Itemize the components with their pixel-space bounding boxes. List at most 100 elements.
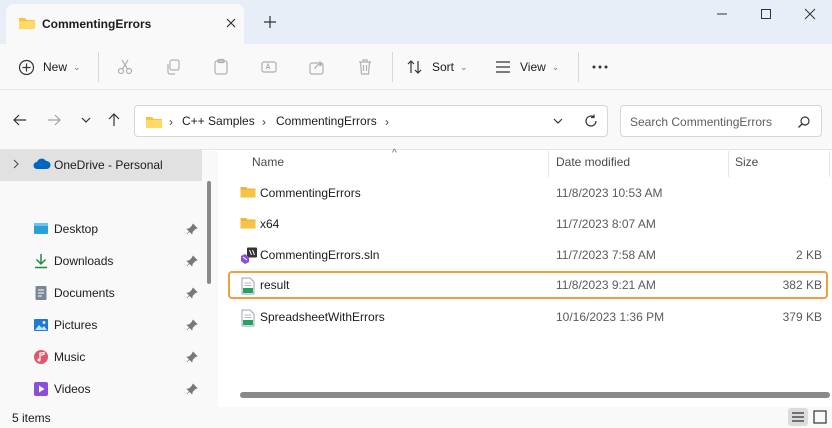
plus-icon[interactable] [262, 14, 278, 30]
file-date: 11/8/2023 9:21 AM [556, 278, 656, 292]
toolbar-divider [578, 52, 579, 82]
column-header-name[interactable]: Name [252, 155, 284, 169]
sidebar-item-label: OneDrive - Personal [54, 158, 163, 172]
tab-commenting-errors[interactable]: CommentingErrors [6, 4, 244, 44]
plus-circle-icon [18, 59, 35, 76]
toolbar-divider [98, 52, 99, 82]
music-icon [33, 349, 49, 365]
sort-icon [406, 59, 424, 75]
chevron-right-icon: › [169, 115, 173, 129]
sort-label: Sort [432, 60, 455, 74]
solution-file-icon [240, 247, 257, 264]
folder-icon [145, 114, 163, 133]
tiles-view-icon[interactable] [810, 408, 830, 426]
file-row-selected[interactable]: result 11/8/2023 9:21 AM 382 KB [228, 271, 828, 299]
new-label: New [43, 60, 68, 74]
sidebar-item-onedrive[interactable]: OneDrive - Personal [0, 149, 202, 181]
paste-icon[interactable] [212, 44, 230, 90]
view-label: View [520, 60, 546, 74]
file-name: x64 [260, 217, 280, 231]
sidebar-item-label: Music [54, 350, 86, 364]
pin-icon[interactable] [186, 383, 198, 395]
pin-icon[interactable] [186, 351, 198, 363]
file-size: 379 KB [782, 310, 822, 324]
file-date: 11/7/2023 7:58 AM [556, 248, 656, 262]
column-divider[interactable] [728, 151, 729, 177]
cut-icon[interactable] [116, 44, 134, 90]
chevron-right-icon: › [262, 115, 266, 129]
csv-file-icon [240, 309, 256, 327]
sidebar-item-documents[interactable]: Documents [0, 277, 202, 309]
pin-icon[interactable] [186, 223, 198, 235]
search-icon[interactable] [797, 115, 811, 132]
sidebar-item-desktop[interactable]: Desktop [0, 213, 202, 245]
chevron-down-icon: ⌄ [73, 61, 81, 72]
column-divider[interactable] [548, 151, 549, 177]
pin-icon[interactable] [186, 287, 198, 299]
share-icon[interactable] [308, 44, 326, 90]
pin-icon[interactable] [186, 255, 198, 267]
tab-title: CommentingErrors [42, 17, 152, 31]
sidebar-item-videos[interactable]: Videos [0, 373, 202, 405]
back-arrow-icon[interactable] [12, 112, 28, 128]
new-button[interactable]: New ⌄ [18, 44, 81, 90]
documents-icon [33, 285, 49, 301]
sidebar-item-pictures[interactable]: Pictures [0, 309, 202, 341]
pin-icon[interactable] [186, 319, 198, 331]
folder-icon [240, 216, 256, 232]
copy-icon[interactable] [164, 44, 182, 90]
file-date: 10/16/2023 1:36 PM [556, 310, 665, 324]
sidebar-item-label: Pictures [54, 318, 98, 332]
file-date: 11/7/2023 8:07 AM [556, 217, 656, 231]
cloud-icon [33, 157, 51, 173]
view-button[interactable]: View ⌄ [494, 44, 559, 90]
horizontal-scrollbar[interactable] [240, 392, 830, 398]
sidebar-item-downloads[interactable]: Downloads [0, 245, 202, 277]
folder-icon [240, 185, 256, 201]
file-name: SpreadsheetWithErrors [260, 310, 385, 324]
chevron-down-icon[interactable] [551, 114, 565, 131]
title-bar: CommentingErrors [0, 0, 832, 44]
refresh-icon[interactable] [583, 113, 599, 132]
navigation-pane: OneDrive - Personal Desktop Downloads Do… [0, 149, 218, 407]
file-row[interactable]: SpreadsheetWithErrors 10/16/2023 1:36 PM… [228, 303, 828, 331]
column-header-size[interactable]: Size [735, 155, 758, 169]
up-arrow-icon[interactable] [106, 112, 122, 128]
file-list: ^ Name Date modified Size CommentingErro… [220, 148, 832, 407]
status-bar: 5 items [0, 407, 832, 428]
close-icon[interactable] [224, 16, 238, 30]
file-row[interactable]: x64 11/7/2023 8:07 AM [228, 210, 828, 238]
videos-icon [33, 381, 49, 397]
rename-icon[interactable] [260, 44, 278, 90]
sidebar-scrollbar[interactable] [207, 181, 211, 284]
forward-arrow-icon[interactable] [46, 112, 62, 128]
sidebar-item-label: Desktop [54, 222, 99, 236]
address-bar[interactable]: › C++ Samples › CommentingErrors › [134, 105, 608, 137]
pictures-icon [33, 317, 49, 333]
minimize-icon[interactable] [712, 6, 732, 22]
search-placeholder: Search CommentingErrors [630, 115, 773, 129]
column-header-date[interactable]: Date modified [556, 155, 630, 169]
sidebar-item-music[interactable]: Music [0, 341, 202, 373]
close-window-icon[interactable] [800, 6, 820, 22]
sort-ascending-icon: ^ [392, 148, 397, 159]
details-view-icon[interactable] [788, 408, 808, 426]
column-divider[interactable] [829, 151, 830, 177]
file-name: result [260, 278, 290, 292]
sidebar-item-label: Documents [54, 286, 115, 300]
recent-locations-icon[interactable] [78, 112, 94, 128]
more-icon[interactable] [592, 44, 608, 90]
breadcrumb-commenting-errors[interactable]: CommentingErrors [276, 114, 377, 128]
maximize-icon[interactable] [756, 6, 776, 22]
file-date: 11/8/2023 10:53 AM [556, 186, 663, 200]
file-row[interactable]: CommentingErrors 11/8/2023 10:53 AM [228, 179, 828, 207]
view-icon [494, 60, 512, 74]
sort-button[interactable]: Sort ⌄ [406, 44, 468, 90]
delete-icon[interactable] [356, 44, 374, 90]
search-input[interactable]: Search CommentingErrors [620, 105, 822, 137]
chevron-right-icon[interactable] [10, 157, 22, 174]
file-row[interactable]: CommentingErrors.sln 11/7/2023 7:58 AM 2… [228, 241, 828, 269]
breadcrumb-cpp-samples[interactable]: C++ Samples [182, 114, 255, 128]
file-name: CommentingErrors.sln [260, 248, 380, 262]
download-icon [33, 253, 49, 269]
